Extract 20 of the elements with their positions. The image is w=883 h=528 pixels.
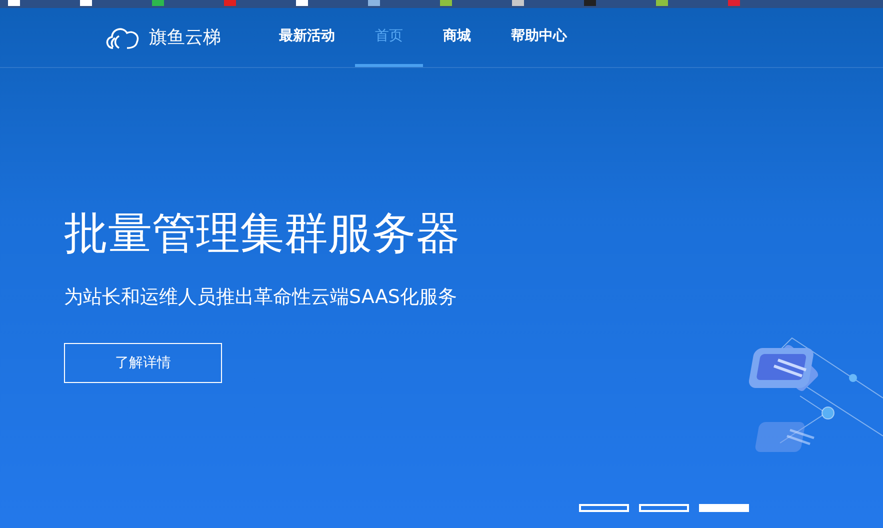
carousel-indicator[interactable] <box>639 504 689 512</box>
bookmark-icon[interactable] <box>440 0 452 6</box>
bookmark-icon[interactable] <box>80 0 92 6</box>
hero-title: 批量管理集群服务器 <box>64 208 461 261</box>
bookmark-icon[interactable] <box>368 0 380 6</box>
bookmark-icon[interactable] <box>8 0 20 6</box>
nav-link[interactable]: 最新活动 <box>259 8 355 67</box>
bookmark-icon[interactable] <box>512 0 524 6</box>
bookmark-icon[interactable] <box>656 0 668 6</box>
nav-link[interactable]: 商城 <box>423 8 491 67</box>
carousel-indicator[interactable] <box>579 504 629 512</box>
bookmark-icon[interactable] <box>584 0 596 6</box>
bookmark-icon[interactable] <box>296 0 308 6</box>
nav-link[interactable]: 帮助中心 <box>491 8 587 67</box>
bookmark-icon[interactable] <box>152 0 164 6</box>
bookmark-icon[interactable] <box>224 0 236 6</box>
bookmark-icon[interactable] <box>728 0 740 6</box>
hero-subtitle: 为站长和运维人员推出革命性云端SAAS化服务 <box>64 284 458 310</box>
learn-more-button[interactable]: 了解详情 <box>64 343 222 384</box>
brand-name[interactable]: 旗鱼云梯 <box>149 24 221 51</box>
